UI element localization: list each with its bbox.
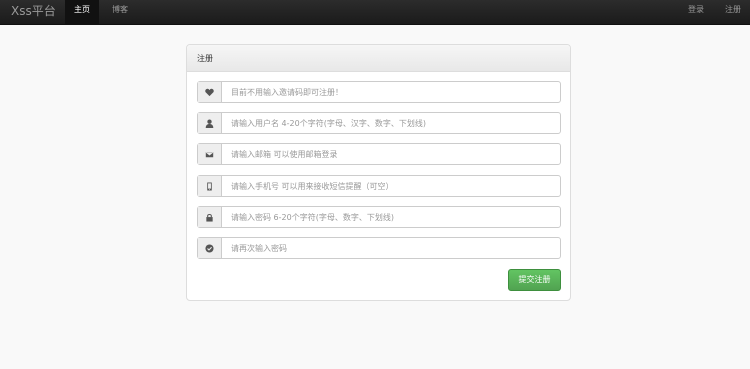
- brand-logo[interactable]: Xss平台: [11, 3, 56, 19]
- email-input[interactable]: [223, 144, 560, 164]
- lock-icon: [198, 207, 222, 227]
- check-circle-icon: [198, 238, 222, 258]
- register-panel: 注册 提交注册: [186, 44, 571, 301]
- phone-icon: [198, 176, 222, 196]
- phone-field: [197, 175, 561, 197]
- submit-register-button[interactable]: 提交注册: [508, 269, 561, 291]
- top-navbar: Xss平台 主页 博客 登录 注册: [0, 0, 750, 25]
- phone-input[interactable]: [223, 176, 560, 196]
- email-field: [197, 143, 561, 165]
- username-input[interactable]: [223, 113, 560, 133]
- confirm-password-input[interactable]: [223, 238, 560, 258]
- panel-title: 注册: [187, 45, 570, 72]
- nav-item-blog[interactable]: 博客: [103, 0, 137, 25]
- password-input[interactable]: [223, 207, 560, 227]
- invite-code-field: [197, 81, 561, 103]
- nav-item-login[interactable]: 登录: [679, 0, 713, 25]
- envelope-icon: [198, 144, 222, 164]
- nav-item-register[interactable]: 注册: [716, 0, 750, 25]
- heart-icon: [198, 82, 222, 102]
- password-field: [197, 206, 561, 228]
- invite-code-input[interactable]: [223, 82, 560, 102]
- nav-item-home[interactable]: 主页: [65, 0, 99, 25]
- user-icon: [198, 113, 222, 133]
- username-field: [197, 112, 561, 134]
- confirm-password-field: [197, 237, 561, 259]
